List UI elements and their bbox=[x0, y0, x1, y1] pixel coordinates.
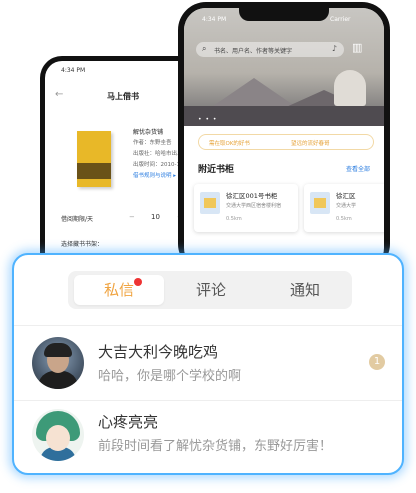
banner-indicator: • • • bbox=[198, 116, 218, 123]
shelf-icon bbox=[310, 192, 330, 214]
status-time: 4:34 PM bbox=[202, 16, 227, 23]
shelf-distance: 0.5km bbox=[336, 216, 352, 222]
status-time: 4:34 PM bbox=[61, 67, 86, 74]
shelf-card[interactable]: 徐汇区001号书柜 交通大学西区宿舍楼利宿 0.5km bbox=[194, 184, 298, 232]
front-phone: • • • 4:34 PM Carrier ⌕ 书名、用户名、作者等关键字 ♪ … bbox=[178, 2, 390, 272]
messages-panel: 私信 评论 通知 大吉大利今晚吃鸡 哈哈，你是哪个学校的啊 1 心疼亮亮 前段时… bbox=[12, 253, 404, 475]
avatar bbox=[32, 409, 84, 461]
choose-shelf-label: 选择藏书书架： bbox=[61, 241, 104, 248]
observatory-image bbox=[334, 70, 366, 106]
tab-notifications[interactable]: 通知 bbox=[258, 271, 352, 309]
tab-private-messages[interactable]: 私信 bbox=[74, 275, 164, 305]
home-screen: • • • 4:34 PM Carrier ⌕ 书名、用户名、作者等关键字 ♪ … bbox=[184, 8, 384, 270]
tag-item[interactable]: 望远的流好春哥 bbox=[291, 139, 330, 147]
shelf-address: 交通大学西区宿舍楼利宿 bbox=[226, 203, 282, 209]
book-cover bbox=[77, 131, 111, 187]
shelf-title: 徐汇区 bbox=[336, 192, 356, 200]
status-bar: 4:34 PM Carrier bbox=[184, 8, 384, 26]
message-item[interactable]: 大吉大利今晚吃鸡 哈哈，你是哪个学校的啊 1 bbox=[14, 327, 402, 401]
shelf-address: 交通大学 bbox=[336, 203, 357, 209]
shelf-icon bbox=[200, 192, 220, 214]
tag-item[interactable]: 需在取OK的好书 bbox=[209, 139, 250, 147]
shelf-title: 徐汇区001号书柜 bbox=[226, 192, 278, 200]
sender-name: 大吉大利今晚吃鸡 bbox=[98, 343, 219, 361]
borrow-period-label: 借阅期限/天 bbox=[61, 216, 94, 223]
stepper-value: 10 bbox=[151, 213, 160, 221]
shelf-card[interactable]: 徐汇区 交通大学 0.5km bbox=[304, 184, 384, 232]
showcase: 4:34 PM ← 马上借书 解忧杂货铺 作者：东野圭吾 出版社：哈哈市出...… bbox=[0, 0, 416, 493]
shelf-distance: 0.5km bbox=[226, 216, 242, 222]
sender-name: 心疼亮亮 bbox=[98, 413, 159, 431]
unread-dot bbox=[134, 278, 142, 286]
status-carrier: Carrier bbox=[330, 16, 351, 23]
avatar bbox=[32, 337, 84, 389]
tab-bar: 私信 评论 通知 bbox=[68, 271, 352, 309]
view-all-link[interactable]: 查看全部 bbox=[346, 164, 370, 173]
tab-label: 私信 bbox=[103, 281, 134, 299]
divider bbox=[14, 325, 402, 326]
menu-icon[interactable]: ▥ bbox=[352, 41, 362, 54]
search-placeholder: 书名、用户名、作者等关键字 bbox=[214, 48, 293, 55]
section-title: 附近书柜 bbox=[198, 165, 235, 175]
search-input[interactable]: ⌕ 书名、用户名、作者等关键字 ♪ bbox=[196, 42, 344, 57]
borrow-period-row: 借阅期限/天 − 10 + bbox=[55, 211, 195, 225]
tag-bar: 需在取OK的好书 望远的流好春哥 bbox=[198, 134, 374, 150]
stepper-minus-button[interactable]: − bbox=[129, 213, 135, 221]
message-preview: 哈哈，你是哪个学校的啊 bbox=[98, 369, 242, 384]
search-icon: ⌕ bbox=[202, 44, 207, 53]
tab-comments[interactable]: 评论 bbox=[164, 271, 258, 309]
message-preview: 前段时间看了解忧杂货铺，东野好厉害！ bbox=[98, 439, 333, 454]
mic-icon[interactable]: ♪ bbox=[332, 44, 337, 53]
message-item[interactable]: 心疼亮亮 前段时间看了解忧杂货铺，东野好厉害！ bbox=[14, 401, 402, 473]
unread-count-badge: 1 bbox=[369, 354, 385, 370]
